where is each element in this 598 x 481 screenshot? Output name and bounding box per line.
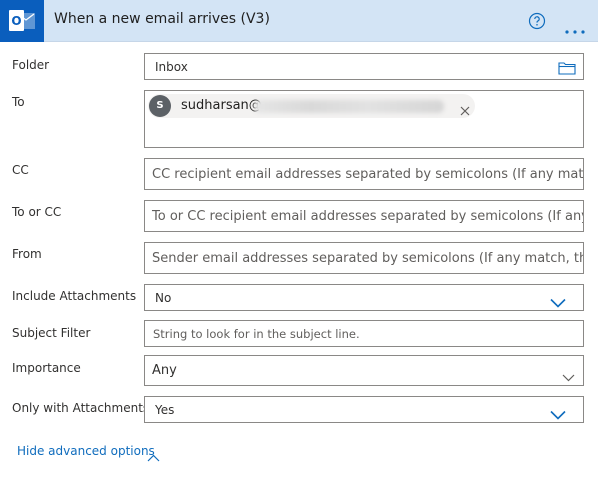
include-attachments-dropdown[interactable]: No [144, 284, 584, 311]
include-attachments-label: Include Attachments [12, 289, 137, 303]
chevron-down-icon[interactable] [550, 293, 566, 310]
to-label: To [12, 95, 25, 109]
chevron-down-icon[interactable] [550, 405, 566, 422]
more-options-icon[interactable] [565, 19, 585, 34]
to-or-cc-input[interactable]: To or CC recipient email addresses separ… [144, 200, 584, 232]
avatar: S [149, 95, 171, 117]
cc-label: CC [12, 163, 29, 177]
trigger-title: When a new email arrives (V3) [54, 11, 270, 27]
importance-value: Any [152, 363, 177, 378]
close-icon[interactable] [460, 101, 470, 116]
folder-field[interactable]: Inbox [144, 53, 584, 80]
from-label: From [12, 247, 42, 261]
cc-placeholder: CC recipient email addresses separated b… [152, 167, 584, 182]
to-field[interactable]: S sudharsan@ [144, 90, 584, 148]
cc-input[interactable]: CC recipient email addresses separated b… [144, 158, 584, 190]
only-with-attachments-label: Only with Attachments [12, 401, 150, 415]
include-attachments-value: No [155, 291, 172, 305]
to-or-cc-placeholder: To or CC recipient email addresses separ… [152, 209, 584, 224]
subject-filter-label: Subject Filter [12, 326, 91, 340]
importance-label: Importance [12, 361, 81, 375]
recipient-name: sudharsan@ [181, 98, 262, 113]
hide-advanced-options-link[interactable]: Hide advanced options [17, 444, 155, 458]
folder-label: Folder [12, 58, 50, 72]
card-header[interactable]: O When a new email arrives (V3) [0, 0, 598, 42]
recipient-chip[interactable]: S sudharsan@ [148, 94, 475, 118]
chevron-up-icon[interactable] [147, 447, 160, 462]
outlook-icon: O [0, 0, 44, 42]
from-input[interactable]: Sender email addresses separated by semi… [144, 242, 584, 274]
chevron-down-icon[interactable] [562, 367, 575, 385]
only-with-attachments-value: Yes [155, 403, 175, 417]
to-or-cc-label: To or CC [12, 205, 62, 219]
from-placeholder: Sender email addresses separated by semi… [152, 251, 584, 266]
subject-filter-input[interactable]: String to look for in the subject line. [144, 320, 584, 347]
svg-text:O: O [11, 14, 21, 28]
importance-dropdown[interactable]: Any [144, 355, 584, 386]
folder-value: Inbox [155, 60, 188, 74]
folder-icon[interactable] [558, 60, 576, 79]
help-icon[interactable] [528, 12, 546, 30]
subject-filter-placeholder: String to look for in the subject line. [153, 327, 360, 341]
only-with-attachments-dropdown[interactable]: Yes [144, 396, 584, 423]
redacted-email [254, 100, 444, 113]
